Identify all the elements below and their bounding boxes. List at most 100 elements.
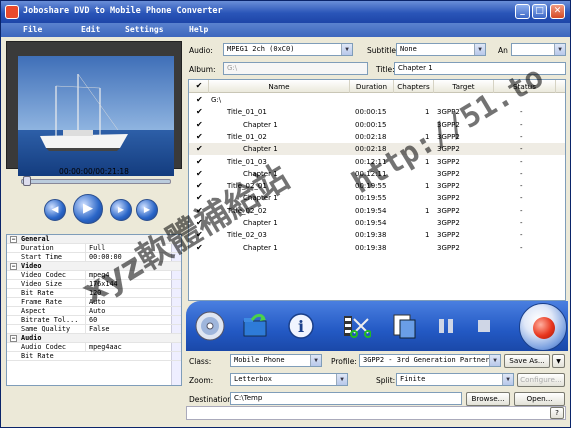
list-row[interactable]: ✔ Chapter 1 00:02:18 3GPP2 -: [189, 143, 565, 156]
pause-icon[interactable]: [431, 311, 461, 341]
property-value[interactable]: 176x144: [85, 280, 171, 289]
checkbox-icon[interactable]: ✔: [196, 194, 204, 202]
property-row[interactable]: Start Time 00:00:00: [7, 253, 181, 262]
property-value[interactable]: Full: [85, 244, 171, 253]
last-chapter-button[interactable]: ▶: [136, 199, 158, 221]
class-select[interactable]: Mobile Phone ▼: [230, 354, 322, 367]
property-row[interactable]: Aspect Auto: [7, 307, 181, 316]
property-row[interactable]: Bit Rate: [7, 352, 181, 361]
list-row[interactable]: ✔ Chapter 1 00:19:55 3GPP2 -: [189, 192, 565, 204]
open-button[interactable]: Open...: [514, 392, 565, 406]
property-row[interactable]: Bit Rate 120: [7, 289, 181, 298]
seek-bar[interactable]: [21, 179, 171, 184]
list-row[interactable]: ✔ Title_01_03 00:12:11 1 3GPP2 -: [189, 156, 565, 168]
property-row[interactable]: Bitrate Tol... 60: [7, 316, 181, 325]
snapshot-icon[interactable]: [389, 311, 419, 341]
list-row[interactable]: ✔ Chapter 1 00:19:38 3GPP2 -: [189, 242, 565, 254]
checkbox-icon[interactable]: ✔: [196, 219, 204, 227]
prev-chapter-button[interactable]: ◀: [44, 199, 66, 221]
list-row[interactable]: ✔ Title_02_03 00:19:38 1 3GPP2 -: [189, 229, 565, 241]
checkbox-icon[interactable]: ✔: [196, 145, 204, 153]
destination-field[interactable]: C:\Temp: [230, 392, 462, 405]
stop-icon[interactable]: [469, 311, 499, 341]
zoom-select[interactable]: Letterbox ▼: [230, 373, 348, 386]
property-row[interactable]: Video Size 176x144: [7, 280, 181, 289]
checkbox-icon[interactable]: ✔: [196, 132, 204, 141]
property-value[interactable]: 00:00:00: [85, 253, 171, 262]
list-row[interactable]: ✔ G:\: [189, 94, 565, 106]
subtitle-select[interactable]: None ▼: [396, 43, 486, 56]
save-as-button[interactable]: Save As...: [504, 354, 550, 368]
properties-grid[interactable]: − General Duration Full Start Time 00:00:00− V…: [6, 234, 182, 386]
list-row[interactable]: ✔ Title_02_02 00:19:54 1 3GPP2 -: [189, 205, 565, 217]
checkbox-icon[interactable]: ✔: [196, 120, 204, 129]
title-list[interactable]: ✔ Name Duration Chapters Target Status ✔…: [188, 79, 566, 301]
column-status[interactable]: Status: [494, 80, 556, 93]
open-dvd-icon[interactable]: [194, 310, 226, 342]
seek-handle[interactable]: [23, 176, 31, 186]
property-value[interactable]: 120: [85, 289, 171, 298]
menu-file[interactable]: File: [23, 25, 42, 34]
load-folder-icon[interactable]: [240, 311, 270, 341]
checkbox-icon[interactable]: ✔: [196, 169, 204, 178]
property-value[interactable]: Auto: [85, 307, 171, 316]
property-row[interactable]: Duration Full: [7, 244, 181, 253]
browse-button[interactable]: Browse...: [466, 392, 510, 406]
checkbox-icon[interactable]: ✔: [196, 182, 204, 190]
property-row[interactable]: Video Codec mpeg4: [7, 271, 181, 280]
checkbox-icon[interactable]: ✔: [196, 206, 204, 215]
menu-edit[interactable]: Edit: [81, 25, 100, 34]
property-row[interactable]: Audio Codec mpeg4aac: [7, 343, 181, 352]
svg-text:i: i: [298, 317, 304, 336]
close-button[interactable]: ✕: [550, 4, 565, 19]
list-row[interactable]: ✔ Chapter 1 00:19:54 3GPP2 -: [189, 217, 565, 229]
split-select[interactable]: Finite ▼: [396, 373, 514, 386]
header-check-all[interactable]: ✔: [189, 80, 209, 93]
title-field[interactable]: Chapter 1: [394, 62, 566, 75]
menu-settings[interactable]: Settings: [125, 25, 164, 34]
checkbox-icon[interactable]: ✔: [196, 108, 204, 116]
list-row[interactable]: ✔ Chapter 1 00:00:15 3GPP2 -: [189, 119, 565, 131]
configure-button[interactable]: Configure...: [517, 373, 565, 387]
property-section[interactable]: − Audio: [7, 334, 181, 343]
list-row[interactable]: ✔ Chapter 1 00:12:11 3GPP2 -: [189, 168, 565, 180]
column-name[interactable]: Name: [209, 80, 350, 93]
maximize-button[interactable]: □: [532, 4, 547, 19]
property-row[interactable]: Same Quality False: [7, 325, 181, 334]
property-value[interactable]: 60: [85, 316, 171, 325]
info-icon[interactable]: i: [286, 311, 316, 341]
list-row[interactable]: ✔ Title_01_02 00:02:18 1 3GPP2 -: [189, 131, 565, 143]
menu-help[interactable]: Help: [189, 25, 208, 34]
play-button[interactable]: ▶: [73, 194, 103, 224]
column-target[interactable]: Target: [434, 80, 494, 93]
collapse-icon[interactable]: −: [10, 236, 17, 243]
column-duration[interactable]: Duration: [350, 80, 394, 93]
property-value[interactable]: mpeg4: [85, 271, 171, 280]
profile-select[interactable]: 3GPP2 - 3rd Generation Partnership ▼: [359, 354, 501, 367]
help-button[interactable]: ?: [550, 407, 564, 419]
convert-button[interactable]: [519, 303, 567, 351]
minimize-button[interactable]: _: [515, 4, 530, 19]
collapse-icon[interactable]: −: [10, 335, 17, 342]
save-options-button[interactable]: ▼: [552, 354, 565, 368]
angle-select[interactable]: ▼: [511, 43, 566, 56]
property-value[interactable]: mpeg4aac: [85, 343, 171, 352]
audio-select[interactable]: MPEG1 2ch (0xC0) ▼: [223, 43, 353, 56]
checkbox-icon[interactable]: ✔: [196, 243, 204, 252]
list-row[interactable]: ✔ Title_02_01 00:19:55 1 3GPP2 -: [189, 180, 565, 192]
next-button[interactable]: ▶: [110, 199, 132, 221]
property-value[interactable]: False: [85, 325, 171, 334]
trim-icon[interactable]: [341, 311, 371, 341]
property-value[interactable]: Auto: [85, 298, 171, 307]
property-section[interactable]: − Video: [7, 262, 181, 271]
list-row[interactable]: ✔ Title_01_01 00:00:15 1 3GPP2 -: [189, 106, 565, 118]
row-chapters: 1: [425, 231, 430, 240]
property-row[interactable]: Frame Rate Auto: [7, 298, 181, 307]
column-chapters[interactable]: Chapters: [394, 80, 434, 93]
album-field[interactable]: G:\: [223, 62, 368, 75]
checkbox-icon[interactable]: ✔: [196, 157, 204, 166]
checkbox-icon[interactable]: ✔: [196, 231, 204, 239]
checkbox-icon[interactable]: ✔: [196, 96, 204, 104]
collapse-icon[interactable]: −: [10, 263, 17, 270]
property-section[interactable]: − General: [7, 235, 181, 244]
